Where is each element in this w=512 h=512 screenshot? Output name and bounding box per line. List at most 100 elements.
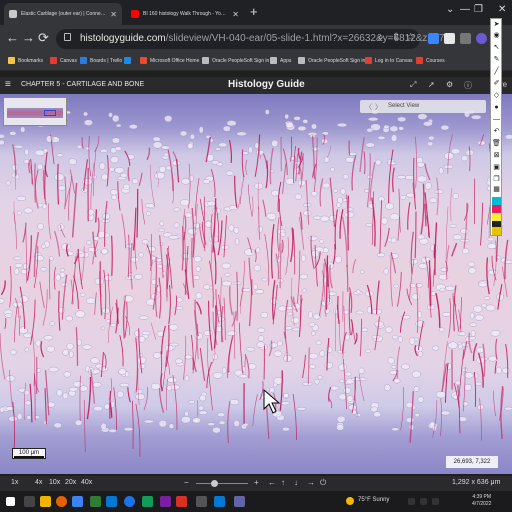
bookmark-item[interactable]: Oracle PeopleSoft Sign in bbox=[298, 57, 365, 64]
bookmark-item[interactable]: Canvas bbox=[50, 57, 77, 64]
close-window-button[interactable]: ✕ bbox=[498, 4, 506, 15]
lock-icon[interactable] bbox=[64, 33, 71, 41]
clock[interactable]: 4:39 PM 4/7/2022 bbox=[472, 494, 491, 508]
dot-icon[interactable]: ● bbox=[492, 103, 501, 112]
chondrocyte-lacuna bbox=[440, 124, 450, 131]
search-icon[interactable] bbox=[24, 496, 35, 507]
gold-color-swatch[interactable] bbox=[492, 227, 501, 235]
maximize-button[interactable]: ❐ bbox=[474, 4, 483, 15]
search-icon[interactable]: ⌕ bbox=[378, 32, 384, 43]
eye-icon[interactable]: ◉ bbox=[492, 31, 501, 40]
eraser-icon[interactable]: ◇ bbox=[492, 91, 501, 100]
share-icon[interactable]: ⇪ bbox=[392, 32, 400, 43]
zoom-out-icon[interactable]: − bbox=[184, 478, 189, 487]
pointer-icon[interactable]: ➚ bbox=[428, 80, 435, 89]
cursor-icon[interactable]: ➤ bbox=[492, 20, 501, 29]
expand-icon[interactable]: ⤢ bbox=[410, 80, 416, 90]
copy-icon[interactable]: ❐ bbox=[492, 175, 501, 184]
mail-icon[interactable] bbox=[106, 496, 117, 507]
firefox-icon[interactable] bbox=[56, 496, 67, 507]
highlighter-icon[interactable]: ✐ bbox=[492, 79, 501, 88]
back-button[interactable]: ← bbox=[6, 31, 19, 45]
bookmark-item[interactable]: Bookmarks bbox=[8, 57, 43, 64]
zoom-slider[interactable] bbox=[196, 483, 248, 484]
excel-icon[interactable] bbox=[90, 496, 101, 507]
select-view-control[interactable]: 〈 〉 Select View bbox=[360, 100, 486, 113]
minimize-button[interactable]: — bbox=[460, 4, 470, 15]
chevron-right-icon[interactable]: 〉 bbox=[375, 102, 382, 112]
elastic-cartilage-image[interactable] bbox=[0, 94, 512, 474]
network-icon[interactable] bbox=[420, 498, 427, 505]
bookmark-item[interactable]: Apps bbox=[270, 57, 291, 64]
chapter-title[interactable]: CHAPTER 5 - CARTILAGE AND BONE bbox=[21, 81, 144, 88]
store-icon[interactable] bbox=[72, 496, 83, 507]
bookmark-item[interactable]: Log in to Canvas bbox=[365, 57, 413, 64]
marker-icon[interactable]: ╱ bbox=[492, 67, 501, 76]
tab-youtube[interactable]: BI 160 histology Walk Through - YouTube … bbox=[126, 3, 244, 25]
reading-list-icon[interactable] bbox=[460, 33, 471, 44]
bookmark-item[interactable]: Boards | Trello bbox=[80, 57, 122, 64]
forward-button[interactable]: → bbox=[22, 31, 35, 45]
site-title[interactable]: Histology Guide bbox=[228, 79, 305, 90]
onenote-icon[interactable] bbox=[160, 496, 171, 507]
chevron-up-icon[interactable] bbox=[408, 498, 415, 505]
arrow-left-icon[interactable]: ← bbox=[268, 478, 276, 487]
slide-thumbnail[interactable] bbox=[3, 97, 67, 126]
bookmark-item[interactable]: Oracle PeopleSoft Sign in bbox=[202, 57, 269, 64]
tab-search-icon[interactable]: ⌄ bbox=[446, 4, 454, 15]
close-icon[interactable]: ✕ bbox=[106, 10, 117, 19]
cyan-color-swatch[interactable] bbox=[492, 197, 501, 205]
bookmark-item[interactable]: Microsoft Office Home bbox=[140, 57, 199, 64]
bookmark-item[interactable] bbox=[124, 57, 134, 64]
app-icon[interactable] bbox=[196, 496, 207, 507]
word-icon[interactable] bbox=[214, 496, 225, 507]
power-icon[interactable]: ⏻ bbox=[320, 478, 326, 488]
weather-text[interactable]: 75°F Sunny bbox=[358, 497, 389, 503]
clear-icon[interactable]: ⊠ bbox=[492, 151, 501, 160]
zoom-40x-button[interactable]: 40x bbox=[81, 479, 92, 486]
new-tab-button[interactable]: + bbox=[250, 5, 258, 19]
pen-icon[interactable]: ✎ bbox=[492, 55, 501, 64]
menu-icon[interactable]: ≡ bbox=[5, 79, 11, 90]
select-view-label[interactable]: Select View bbox=[388, 103, 419, 109]
extensions-puzzle-icon[interactable] bbox=[444, 33, 455, 44]
extension-icon[interactable] bbox=[428, 33, 439, 44]
undo-icon[interactable]: ↶ bbox=[492, 127, 501, 136]
chrome-icon[interactable] bbox=[124, 496, 135, 507]
zoom-4x-button[interactable]: 4x bbox=[35, 479, 42, 486]
teams-icon[interactable] bbox=[234, 496, 245, 507]
bookmark-item[interactable]: Courses bbox=[416, 57, 445, 64]
profile-avatar[interactable] bbox=[476, 33, 487, 44]
arrow-down-icon[interactable]: ↓ bbox=[294, 478, 298, 487]
info-icon[interactable]: ⓘ bbox=[464, 80, 472, 91]
chevron-left-icon[interactable]: 〈 bbox=[365, 102, 372, 112]
tab-elastic-cartilage[interactable]: Elastic Cartilage (outer ear) | Connecti… bbox=[4, 3, 122, 25]
gear-icon[interactable]: ⚙ bbox=[446, 80, 453, 89]
zoom-in-icon[interactable]: + bbox=[254, 478, 259, 487]
save-icon[interactable]: ▦ bbox=[492, 185, 501, 194]
arrow-right-icon[interactable]: → bbox=[307, 478, 315, 487]
volume-icon[interactable] bbox=[432, 498, 439, 505]
star-icon[interactable]: ☆ bbox=[406, 32, 415, 43]
camera-icon[interactable]: ▣ bbox=[492, 163, 501, 172]
sun-icon bbox=[346, 497, 354, 505]
url-bar[interactable]: histologyguide.com/slideview/VH-040-ear/… bbox=[56, 29, 453, 49]
magenta-color-swatch[interactable] bbox=[492, 205, 501, 213]
thumbnail-viewport[interactable] bbox=[44, 110, 56, 116]
arrow-up-icon[interactable]: ↑ bbox=[281, 478, 285, 487]
zoom-20x-button[interactable]: 20x bbox=[65, 479, 76, 486]
windows-start-icon[interactable] bbox=[6, 497, 15, 506]
close-icon[interactable]: ✕ bbox=[228, 10, 239, 19]
zoom-10x-button[interactable]: 10x bbox=[49, 479, 60, 486]
zoom-slider-handle[interactable] bbox=[211, 480, 218, 487]
zoom-1x-button[interactable]: 1x bbox=[11, 479, 18, 486]
pointer-icon[interactable]: ↖ bbox=[492, 43, 501, 52]
trash-icon[interactable]: 🗑 bbox=[492, 139, 501, 148]
app-icon[interactable] bbox=[176, 496, 187, 507]
slide-viewer[interactable]: 〈 〉 Select View bbox=[0, 94, 512, 474]
file-explorer-icon[interactable] bbox=[40, 496, 51, 507]
app-icon[interactable] bbox=[142, 496, 153, 507]
reload-button[interactable]: ⟳ bbox=[38, 31, 49, 45]
yellow-color-swatch[interactable] bbox=[492, 213, 501, 221]
line-icon[interactable]: — bbox=[492, 115, 501, 124]
